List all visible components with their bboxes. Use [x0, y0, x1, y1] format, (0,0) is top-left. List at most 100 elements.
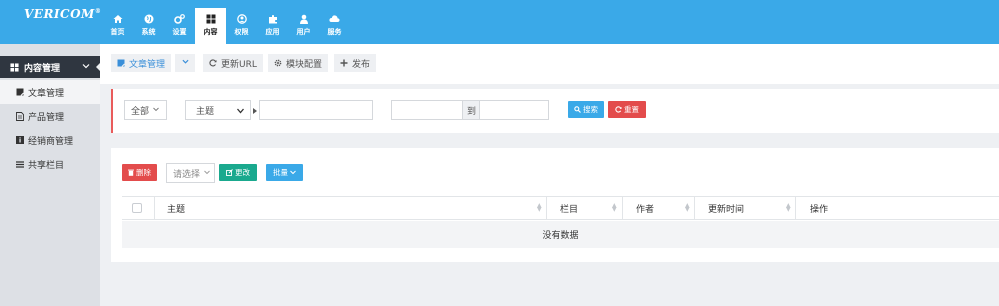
sidebar-item-dealers[interactable]: 经销商管理 — [0, 128, 100, 152]
nav-services[interactable]: 服务 — [319, 8, 350, 44]
column-label: 主题 — [167, 204, 186, 215]
sidebar-item-label: 文章管理 — [28, 88, 65, 99]
table-empty-row: 没有数据 — [122, 221, 999, 248]
sidebar-item-label: 共享栏目 — [28, 160, 65, 171]
column-label: 栏目 — [560, 204, 579, 215]
empty-text: 没有数据 — [542, 231, 579, 241]
reset-label: 重置 — [624, 105, 639, 114]
nav-label: 应用 — [265, 28, 280, 36]
batch-button[interactable]: 批量 — [266, 164, 303, 181]
select-all-checkbox[interactable] — [132, 203, 142, 213]
to-label: 到 — [467, 106, 477, 117]
chevron-down-icon — [204, 168, 210, 178]
refresh-url-button[interactable]: 更新URL — [203, 54, 263, 72]
nav-system[interactable]: 系统 — [133, 8, 164, 44]
sort-icon[interactable]: ▲ ▼ — [685, 203, 690, 213]
puzzle-icon — [267, 13, 278, 24]
nav-apps[interactable]: 应用 — [257, 8, 288, 44]
search-label: 搜索 — [583, 105, 598, 114]
column-header-updated[interactable]: 更新时间 — [708, 197, 744, 219]
nav-label: 系统 — [141, 28, 156, 36]
column-divider — [694, 197, 695, 219]
table-panel: 删除 请选择 更改 批量 主题 ▲ ▼ 栏目 ▲ ▼ 作者 ▲ ▼ 更新时间 ▲ ▼ 操… — [111, 148, 999, 262]
nav-label: 用户 — [296, 28, 311, 36]
doc-icon — [15, 88, 24, 97]
file-icon — [15, 111, 24, 121]
nav-content[interactable]: 内容 — [195, 8, 226, 44]
info-icon — [15, 136, 24, 145]
table-header: 主题 ▲ ▼ 栏目 ▲ ▼ 作者 ▲ ▼ 更新时间 ▲ ▼ 操作 — [122, 196, 999, 220]
nav-label: 权限 — [234, 28, 249, 36]
batch-label: 批量 — [273, 168, 288, 177]
grid-icon — [10, 62, 19, 72]
search-icon — [574, 106, 581, 113]
edit-button[interactable]: 更改 — [219, 164, 257, 181]
chevron-down-icon — [181, 58, 189, 68]
top-navigation-bar: VERICOM® 首页 系统 设置 内容 权限 应用 用户 服务 — [0, 0, 999, 44]
field-select-value: 主题 — [196, 106, 215, 117]
nav-label: 设置 — [172, 28, 187, 36]
scope-select[interactable]: 全部 — [124, 100, 167, 120]
chevron-down-icon — [153, 105, 159, 115]
tab-article-management[interactable]: 文章管理 — [111, 54, 172, 72]
filter-panel: 全部 主题 到 搜索 重置 — [111, 89, 999, 133]
nav-users[interactable]: 用户 — [288, 8, 319, 44]
column-header-actions: 操作 — [810, 197, 828, 219]
list-icon — [15, 160, 24, 169]
trash-icon — [128, 169, 134, 176]
nav-home[interactable]: 首页 — [102, 8, 133, 44]
nav-label: 内容 — [203, 28, 218, 36]
module-config-button[interactable]: 模块配置 — [268, 54, 329, 72]
date-end-input[interactable] — [479, 100, 549, 120]
sidebar-item-articles[interactable]: 文章管理 — [0, 80, 100, 104]
user-icon — [298, 13, 309, 24]
nav-label: 首页 — [110, 28, 125, 36]
column-header-column[interactable]: 栏目 — [560, 197, 578, 219]
doc-icon — [117, 59, 125, 67]
cogs-icon — [174, 13, 185, 24]
sidebar-item-shared-columns[interactable]: 共享栏目 — [0, 152, 100, 176]
main-nav: 首页 系统 设置 内容 权限 应用 用户 服务 — [102, 8, 350, 44]
logo-mark: ® — [94, 8, 102, 15]
home-icon — [112, 13, 123, 24]
scope-select-value: 全部 — [131, 106, 150, 117]
chevron-down-icon — [82, 62, 90, 73]
sort-icon[interactable]: ▲ ▼ — [786, 203, 791, 213]
keyword-input[interactable] — [259, 100, 373, 120]
nav-settings[interactable]: 设置 — [164, 8, 195, 44]
edit-icon — [226, 169, 233, 176]
refresh-icon — [615, 106, 622, 113]
chevron-down-icon — [290, 170, 296, 175]
logo-text: VERICOM — [24, 7, 95, 21]
date-start-input[interactable] — [391, 100, 463, 120]
publish-label: 发布 — [352, 59, 371, 70]
search-button[interactable]: 搜索 — [568, 101, 604, 118]
nav-label: 服务 — [327, 28, 342, 36]
sidebar-item-label: 经销商管理 — [28, 136, 74, 147]
cloud-icon — [329, 13, 340, 24]
column-label: 操作 — [810, 204, 829, 215]
tab-label: 文章管理 — [129, 59, 166, 70]
sort-icon[interactable]: ▲ ▼ — [612, 203, 617, 213]
column-header-author[interactable]: 作者 — [636, 197, 654, 219]
edit-label: 更改 — [235, 168, 250, 177]
batch-select[interactable]: 请选择 — [166, 163, 215, 183]
tab-dropdown-toggle[interactable] — [175, 54, 195, 72]
sidebar-header[interactable]: 内容管理 — [0, 56, 101, 78]
reset-button[interactable]: 重置 — [608, 101, 646, 118]
column-divider — [622, 197, 623, 219]
delete-label: 删除 — [136, 168, 151, 177]
nav-permission[interactable]: 权限 — [226, 8, 257, 44]
column-label: 作者 — [636, 204, 655, 215]
refresh-url-label: 更新URL — [221, 59, 257, 70]
delete-button[interactable]: 删除 — [122, 164, 157, 181]
sidebar-item-products[interactable]: 产品管理 — [0, 104, 100, 128]
column-header-title[interactable]: 主题 — [167, 197, 185, 219]
column-divider — [154, 197, 155, 219]
field-select[interactable]: 主题 — [185, 100, 251, 120]
sidebar: 内容管理 文章管理 产品管理 经销商管理 共享栏目 — [0, 44, 101, 306]
logo: VERICOM® — [24, 7, 101, 21]
publish-button[interactable]: 发布 — [334, 54, 377, 72]
grid-icon — [205, 13, 216, 24]
sort-icon[interactable]: ▲ ▼ — [537, 203, 542, 213]
